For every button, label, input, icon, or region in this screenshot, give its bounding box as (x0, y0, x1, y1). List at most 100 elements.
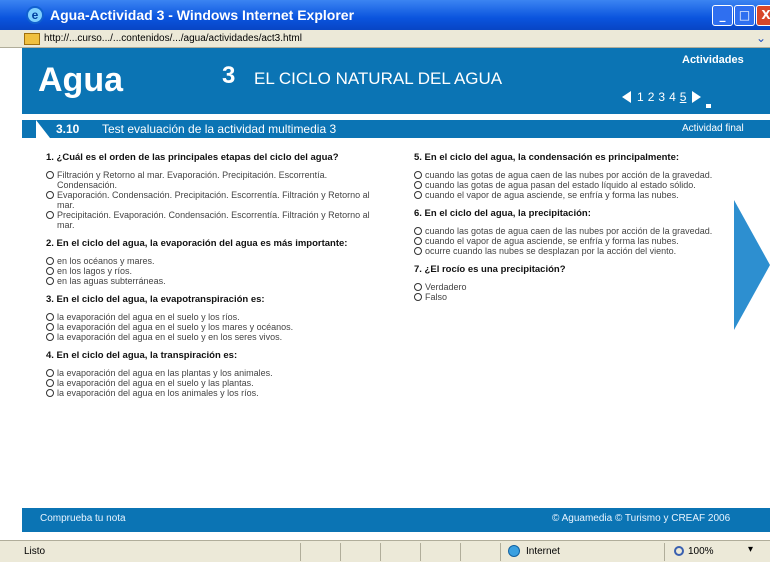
radio-button[interactable] (46, 257, 54, 265)
question-text: 4. En el ciclo del agua, la transpiració… (46, 350, 238, 361)
zoom-dropdown-icon[interactable]: ▾ (748, 544, 753, 555)
section-tag: Actividad final (682, 123, 744, 134)
page-footer: Comprueba tu nota © Aguamedia © Turismo … (22, 508, 770, 532)
window-left-edge (0, 48, 22, 540)
page-link-4[interactable]: 4 (669, 90, 676, 104)
unit-title: EL CICLO NATURAL DEL AGUA (254, 69, 503, 88)
section-number: 3.10 (56, 122, 80, 136)
radio-button[interactable] (46, 277, 54, 285)
radio-button[interactable] (46, 211, 54, 219)
security-zone: Internet (526, 546, 560, 557)
check-score-link[interactable]: Comprueba tu nota (40, 513, 126, 524)
questions-left-column: 1. ¿Cuál es el orden de las principales … (46, 152, 386, 406)
status-bar: Listo Internet 100% ▾ (0, 540, 770, 562)
answer-option[interactable]: cuando las gotas de agua pasan del estad… (414, 180, 744, 190)
page-link-current[interactable]: 5 (680, 90, 687, 104)
question-7: 7. ¿El rocío es una precipitación? Verda… (414, 264, 744, 302)
answer-option[interactable]: la evaporación del agua en el suelo y en… (46, 332, 386, 342)
chevron-down-icon[interactable]: ⌄ (756, 31, 766, 45)
page-header: Agua 3 EL CICLO NATURAL DEL AGUA Activid… (22, 48, 770, 114)
section-header: 3.10 Test evaluación de la actividad mul… (22, 120, 770, 138)
question-1: 1. ¿Cuál es el orden de las principales … (46, 152, 386, 230)
radio-button[interactable] (46, 333, 54, 341)
question-5: 5. En el ciclo del agua, la condensación… (414, 152, 744, 200)
question-text: 1. ¿Cuál es el orden de las principales … (46, 152, 339, 163)
status-divider (420, 543, 421, 561)
status-text: Listo (24, 546, 46, 557)
answer-option[interactable]: la evaporación del agua en el suelo y lo… (46, 312, 386, 322)
radio-button[interactable] (414, 283, 422, 291)
window-title: Agua-Actividad 3 - Windows Internet Expl… (50, 7, 355, 23)
answer-option[interactable]: cuando el vapor de agua asciende, se enf… (414, 236, 744, 246)
minimize-button[interactable]: _ (712, 5, 733, 26)
question-2: 2. En el ciclo del agua, la evaporación … (46, 238, 386, 286)
section-notch (36, 120, 50, 138)
status-divider (380, 543, 381, 561)
answer-option[interactable]: en los lagos y ríos. (46, 266, 386, 276)
current-page-marker (706, 104, 711, 108)
prev-arrow-icon[interactable] (622, 91, 631, 103)
next-arrow-icon[interactable] (734, 200, 770, 330)
answer-option[interactable]: cuando el vapor de agua asciende, se enf… (414, 190, 744, 200)
zoom-icon[interactable] (674, 546, 684, 556)
answer-option[interactable]: la evaporación del agua en el suelo y lo… (46, 322, 386, 332)
next-page-arrow-icon[interactable] (692, 91, 702, 103)
section-title: Test evaluación de la actividad multimed… (102, 122, 337, 136)
copyright-text: © Aguamedia © Turismo y CREAF 2006 (552, 513, 731, 524)
radio-button[interactable] (46, 171, 54, 179)
answer-option[interactable]: la evaporación del agua en el suelo y la… (46, 378, 386, 388)
page-link-1[interactable]: 1 (637, 90, 644, 104)
answer-option[interactable]: cuando las gotas de agua caen de las nub… (414, 226, 744, 236)
status-divider (460, 543, 461, 561)
answer-option[interactable]: en los océanos y mares. (46, 256, 386, 266)
answer-option[interactable]: cuando las gotas de agua caen de las nub… (414, 170, 744, 180)
maximize-button[interactable]: □ (734, 5, 755, 26)
question-text: 6. En el ciclo del agua, la precipitació… (414, 208, 591, 219)
answer-option[interactable]: ocurre cuando las nubes se desplazan por… (414, 246, 744, 256)
page-logo: Agua (38, 61, 123, 99)
answer-option[interactable]: en las aguas subterráneas. (46, 276, 386, 286)
status-divider (340, 543, 341, 561)
radio-button[interactable] (46, 389, 54, 397)
radio-button[interactable] (46, 191, 54, 199)
radio-button[interactable] (414, 293, 422, 301)
radio-button[interactable] (46, 267, 54, 275)
radio-button[interactable] (46, 323, 54, 331)
question-text: 7. ¿El rocío es una precipitación? (414, 264, 566, 275)
unit-number: 3 (222, 62, 236, 89)
question-3: 3. En el ciclo del agua, la evapotranspi… (46, 294, 386, 342)
radio-button[interactable] (46, 313, 54, 321)
radio-button[interactable] (414, 181, 422, 189)
question-text: 2. En el ciclo del agua, la evaporación … (46, 238, 348, 249)
page-link-3[interactable]: 3 (658, 90, 665, 104)
activities-label: Actividades (682, 54, 744, 66)
answer-option[interactable]: Evaporación. Condensación. Precipitación… (46, 190, 386, 210)
answer-option[interactable]: Verdadero (414, 282, 744, 292)
question-6: 6. En el ciclo del agua, la precipitació… (414, 208, 744, 256)
answer-option[interactable]: la evaporación del agua en las plantas y… (46, 368, 386, 378)
question-text: 5. En el ciclo del agua, la condensación… (414, 152, 680, 163)
activity-pager: 1 2 3 4 5 (622, 88, 711, 108)
address-input[interactable]: http://...curso.../...contenidos/.../agu… (44, 33, 302, 44)
radio-button[interactable] (46, 369, 54, 377)
page-icon (24, 33, 40, 45)
page-link-2[interactable]: 2 (648, 90, 655, 104)
globe-icon (508, 545, 520, 557)
zoom-level[interactable]: 100% (688, 546, 714, 557)
radio-button[interactable] (414, 247, 422, 255)
radio-button[interactable] (414, 171, 422, 179)
window-titlebar: e Agua-Actividad 3 - Windows Internet Ex… (0, 0, 770, 30)
radio-button[interactable] (414, 191, 422, 199)
answer-option[interactable]: Filtración y Retorno al mar. Evaporación… (46, 170, 386, 190)
status-divider (664, 543, 665, 561)
close-button[interactable]: X (756, 5, 770, 26)
answer-option[interactable]: la evaporación del agua en los animales … (46, 388, 386, 398)
address-bar: http://...curso.../...contenidos/.../agu… (0, 30, 770, 48)
answer-option[interactable]: Falso (414, 292, 744, 302)
radio-button[interactable] (414, 237, 422, 245)
radio-button[interactable] (414, 227, 422, 235)
radio-button[interactable] (46, 379, 54, 387)
question-4: 4. En el ciclo del agua, la transpiració… (46, 350, 386, 398)
answer-option[interactable]: Precipitación. Evaporación. Condensación… (46, 210, 386, 230)
status-divider (500, 543, 501, 561)
